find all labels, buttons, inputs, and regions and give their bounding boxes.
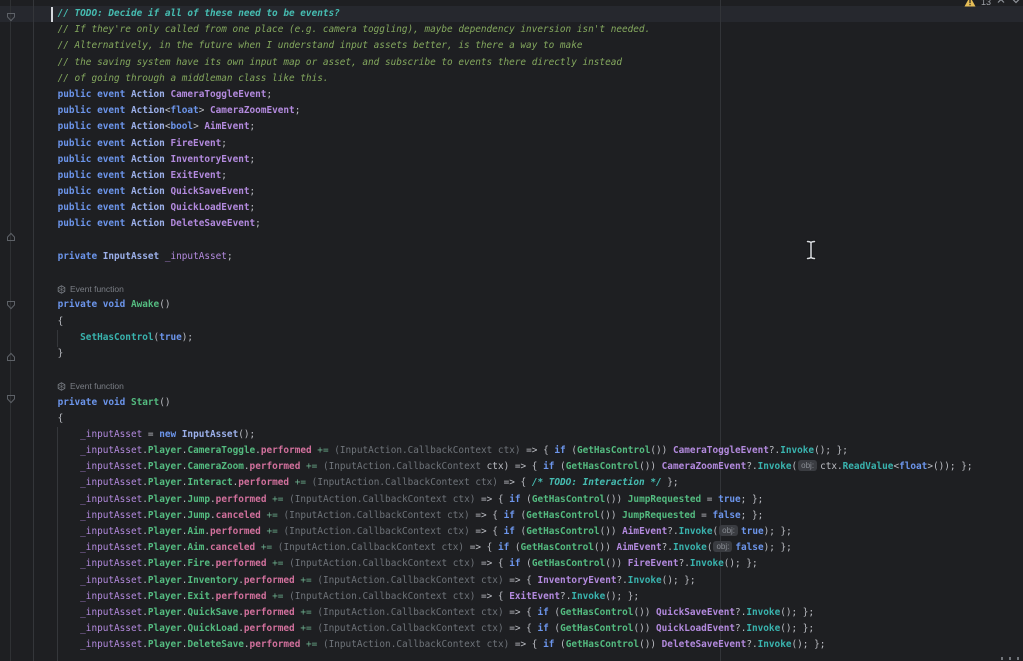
code-line[interactable]: public event Action QuickSaveEvent; — [0, 184, 973, 200]
code-line[interactable] — [0, 362, 973, 378]
fold-region-end-icon[interactable] — [6, 227, 16, 246]
inlay-hint-line[interactable]: Event function — [0, 281, 973, 297]
code-line[interactable]: _inputAsset.Player.Aim.performed += (Inp… — [0, 524, 973, 540]
code-line[interactable] — [0, 233, 973, 249]
code-line[interactable]: _inputAsset.Player.Exit.performed += (In… — [0, 589, 973, 605]
code-line[interactable]: // If they're only called from one place… — [0, 22, 973, 38]
code-line[interactable]: public event Action FireEvent; — [0, 136, 973, 152]
code-editor: // TODO: Decide if all of these need to … — [0, 0, 1023, 661]
code-line[interactable]: public event Action InventoryEvent; — [0, 152, 973, 168]
code-line[interactable]: // the saving system have its own input … — [0, 55, 973, 71]
code-line[interactable]: _inputAsset = new InputAsset(); — [0, 427, 973, 443]
code-line[interactable]: // Alternatively, in the future when I u… — [0, 38, 973, 54]
code-line[interactable]: private void Awake() — [0, 297, 973, 313]
code-line[interactable]: _inputAsset.Player.Interact.performed +=… — [0, 475, 973, 491]
unity-icon — [57, 382, 66, 391]
text-caret — [51, 7, 53, 22]
code-line[interactable]: private InputAsset _inputAsset; — [0, 249, 973, 265]
code-line[interactable]: _inputAsset.Player.Fire.performed += (In… — [0, 556, 973, 572]
code-line[interactable]: _inputAsset.Player.DeleteSave.performed … — [0, 637, 973, 653]
parameter-name-hint[interactable]: obj: — [713, 541, 733, 553]
fold-region-start-icon[interactable] — [6, 389, 16, 408]
code-area[interactable]: // TODO: Decide if all of these need to … — [0, 6, 973, 654]
code-line[interactable]: _inputAsset.Player.Aim.canceled += (Inpu… — [0, 540, 973, 556]
code-line[interactable]: SetHasControl(true); — [0, 330, 973, 346]
code-line[interactable]: _inputAsset.Player.CameraZoom.performed … — [0, 459, 973, 475]
code-line[interactable]: // TODO: Decide if all of these need to … — [0, 6, 973, 22]
fold-region-start-icon[interactable] — [6, 295, 16, 314]
unity-icon — [57, 285, 66, 294]
code-line[interactable]: _inputAsset.Player.Jump.performed += (In… — [0, 492, 973, 508]
inspections-widget[interactable]: 13 — [964, 0, 1021, 9]
code-line[interactable]: private void Start() — [0, 395, 973, 411]
inlay-hint-label[interactable]: Event function — [70, 378, 124, 394]
inlay-hint-label[interactable]: Event function — [70, 281, 124, 297]
code-line[interactable]: // of going through a middleman class li… — [0, 71, 973, 87]
code-line[interactable]: public event Action QuickLoadEvent; — [0, 200, 973, 216]
code-line[interactable]: { — [0, 314, 973, 330]
scrollbar-marks — [1001, 657, 1019, 660]
code-line[interactable]: _inputAsset.Player.CameraToggle.performe… — [0, 443, 973, 459]
code-line[interactable]: public event Action<float> CameraZoomEve… — [0, 103, 973, 119]
code-line[interactable]: _inputAsset.Player.QuickLoad.performed +… — [0, 621, 973, 637]
parameter-name-hint[interactable]: obj: — [719, 525, 739, 536]
ibeam-cursor-icon — [805, 239, 817, 265]
code-line[interactable]: public event Action ExitEvent; — [0, 168, 973, 184]
warning-count: 13 — [980, 0, 991, 7]
code-line[interactable]: _inputAsset.Player.Inventory.performed +… — [0, 573, 973, 589]
fold-region-start-icon[interactable] — [6, 7, 16, 26]
code-line[interactable]: public event Action DeleteSaveEvent; — [0, 216, 973, 232]
next-problem-icon[interactable] — [1011, 0, 1021, 8]
code-line[interactable]: public event Action CameraToggleEvent; — [0, 87, 973, 103]
code-line[interactable] — [0, 265, 973, 281]
code-line[interactable]: _inputAsset.Player.Jump.canceled += (Inp… — [0, 508, 973, 524]
warning-icon — [964, 0, 976, 9]
inlay-hint-line[interactable]: Event function — [0, 378, 973, 394]
parameter-name-hint[interactable]: obj: — [798, 460, 818, 472]
code-line[interactable]: public event Action<bool> AimEvent; — [0, 119, 973, 135]
code-line[interactable]: } — [0, 346, 973, 362]
fold-region-end-icon[interactable] — [6, 347, 16, 366]
code-line[interactable]: { — [0, 411, 973, 427]
prev-problem-icon[interactable] — [996, 0, 1006, 8]
code-line[interactable]: _inputAsset.Player.QuickSave.performed +… — [0, 605, 973, 621]
